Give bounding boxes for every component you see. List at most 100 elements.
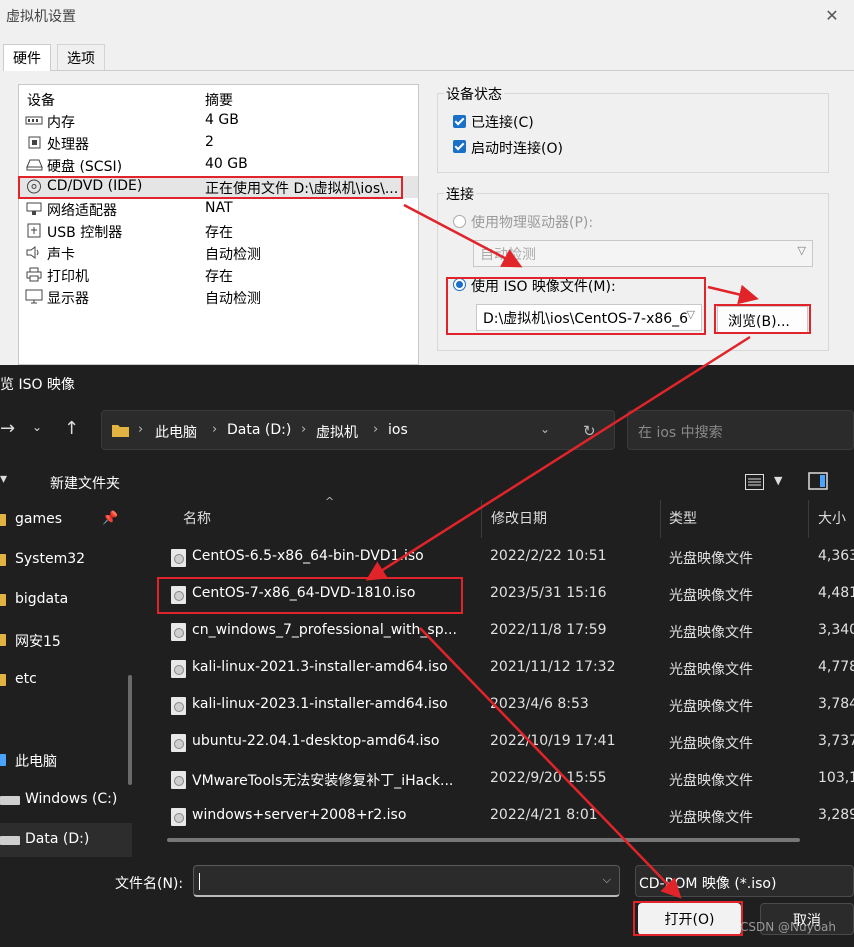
breadcrumb-data-d[interactable]: Data (D:) bbox=[227, 422, 291, 438]
new-folder-button[interactable]: 新建文件夹 bbox=[50, 473, 120, 493]
file-row[interactable]: CentOS-6.5-x86_64-bin-DVD1.iso 2022/2/22 … bbox=[145, 538, 854, 575]
folder-icon bbox=[0, 594, 6, 606]
file-row[interactable]: cn_windows_7_professional_with_sp... 2022… bbox=[145, 612, 854, 649]
sidebar-item-wangan15[interactable]: 网安15 bbox=[0, 623, 132, 657]
column-name[interactable]: 名称 bbox=[183, 508, 211, 528]
sidebar-scrollbar[interactable] bbox=[128, 675, 132, 785]
breadcrumb-vm[interactable]: 虚拟机 bbox=[316, 422, 358, 442]
chevron-down-icon[interactable]: ▼ bbox=[774, 474, 782, 487]
device-row-sound[interactable]: 声卡 自动检测 bbox=[19, 242, 418, 264]
sidebar-item-data-d[interactable]: Data (D:) bbox=[0, 823, 132, 857]
tab-options[interactable]: 选项 bbox=[57, 44, 105, 70]
device-summary: 存在 bbox=[205, 225, 233, 241]
physical-drive-radio[interactable] bbox=[453, 215, 466, 228]
refresh-icon[interactable]: ↻ bbox=[583, 422, 596, 440]
column-divider[interactable] bbox=[481, 500, 482, 538]
iso-file-icon bbox=[171, 697, 186, 715]
file-date: 2023/4/6 8:53 bbox=[490, 696, 589, 712]
chevron-right-icon: › bbox=[373, 422, 379, 437]
chevron-down-icon[interactable]: ⌵ bbox=[603, 873, 611, 887]
file-row[interactable]: VMwareTools无法安装修复补丁_iHack... 2022/9/20 15… bbox=[145, 760, 854, 797]
physical-drive-select[interactable]: 自动检测 ▽ bbox=[473, 240, 813, 267]
file-date: 2022/11/8 17:59 bbox=[490, 622, 607, 638]
device-row-display[interactable]: 显示器 自动检测 bbox=[19, 286, 418, 308]
breadcrumb-ios[interactable]: ios bbox=[388, 422, 408, 438]
sidebar-label: 网安15 bbox=[15, 634, 61, 650]
file-row[interactable]: ubuntu-22.04.1-desktop-amd64.iso 2022/10/… bbox=[145, 723, 854, 760]
breadcrumb-this-pc[interactable]: 此电脑 bbox=[155, 422, 197, 442]
search-input[interactable]: 在 ios 中搜索 bbox=[627, 410, 854, 450]
file-name: kali-linux-2021.3-installer-amd64.iso bbox=[192, 659, 448, 675]
folder-icon bbox=[0, 554, 6, 566]
sidebar-item-games[interactable]: games 📌 bbox=[0, 503, 132, 537]
close-icon[interactable]: ✕ bbox=[822, 6, 842, 25]
column-summary: 摘要 bbox=[205, 93, 233, 109]
forward-arrow-icon[interactable]: → bbox=[0, 418, 15, 439]
connect-on-start-checkbox[interactable] bbox=[453, 140, 466, 153]
device-row-harddisk[interactable]: 硬盘 (SCSI) 40 GB bbox=[19, 154, 418, 176]
column-date[interactable]: 修改日期 bbox=[491, 508, 547, 528]
sidebar-item-system32[interactable]: System32 bbox=[0, 543, 132, 577]
connected-label: 已连接(C) bbox=[471, 115, 534, 131]
sidebar-label: Windows (C:) bbox=[25, 791, 118, 807]
drive-icon bbox=[0, 836, 20, 845]
connect-on-start-label: 启动时连接(O) bbox=[471, 141, 563, 157]
sidebar-item-bigdata[interactable]: bigdata bbox=[0, 583, 132, 617]
view-list-icon[interactable] bbox=[745, 474, 764, 490]
highlight-open bbox=[633, 901, 743, 936]
chevron-right-icon: › bbox=[301, 422, 307, 437]
connected-checkbox[interactable] bbox=[453, 115, 466, 128]
device-row-cpu[interactable]: 处理器 2 bbox=[19, 132, 418, 154]
chevron-down-icon[interactable]: ⌄ bbox=[540, 422, 550, 436]
file-row[interactable]: kali-linux-2021.3-installer-amd64.iso 202… bbox=[145, 649, 854, 686]
device-row-network[interactable]: 网络适配器 NAT bbox=[19, 198, 418, 220]
device-row-memory[interactable]: 内存 4 GB bbox=[19, 110, 418, 132]
file-row[interactable]: windows+server+2008+r2.iso 2022/4/21 8:01… bbox=[145, 797, 854, 834]
more-icon[interactable]: ▾ bbox=[0, 471, 7, 487]
tab-hardware[interactable]: 硬件 bbox=[3, 44, 51, 71]
cpu-icon bbox=[28, 136, 41, 149]
iso-file-icon bbox=[171, 771, 186, 789]
device-summary: 存在 bbox=[205, 269, 233, 285]
speaker-icon bbox=[26, 246, 39, 259]
sidebar-item-windows-c[interactable]: Windows (C:) bbox=[0, 783, 132, 817]
column-device: 设备 bbox=[27, 93, 55, 109]
preview-pane-icon[interactable] bbox=[808, 472, 828, 490]
file-name: CentOS-6.5-x86_64-bin-DVD1.iso bbox=[192, 548, 424, 564]
iso-file-icon bbox=[171, 660, 186, 678]
device-name: 硬盘 (SCSI) bbox=[47, 159, 123, 175]
device-row-usb[interactable]: USB 控制器 存在 bbox=[19, 220, 418, 242]
chevron-down-icon[interactable]: ⌄ bbox=[32, 420, 42, 434]
toolbar: ▾ 新建文件夹 ▼ bbox=[0, 465, 854, 499]
device-summary: 4 GB bbox=[205, 112, 239, 128]
sidebar-label: games bbox=[15, 511, 63, 527]
file-name: cn_windows_7_professional_with_sp... bbox=[192, 622, 457, 638]
file-type: 光盘映像文件 bbox=[669, 588, 753, 604]
horizontal-scrollbar[interactable] bbox=[167, 838, 800, 842]
device-status-group bbox=[437, 93, 829, 173]
device-row-printer[interactable]: 打印机 存在 bbox=[19, 264, 418, 286]
vm-settings-dialog: 虚拟机设置 ✕ 硬件 选项 设备 摘要 内存 4 GB 处理器 2 硬盘 (SC… bbox=[0, 0, 854, 365]
sidebar-item-etc[interactable]: etc bbox=[0, 663, 132, 697]
connection-label: 连接 bbox=[444, 184, 476, 204]
column-size[interactable]: 大小 bbox=[818, 508, 846, 528]
filename-input[interactable]: ⌵ bbox=[193, 865, 620, 897]
file-type: 光盘映像文件 bbox=[669, 773, 753, 789]
column-type[interactable]: 类型 bbox=[669, 508, 697, 528]
physical-drive-label: 使用物理驱动器(P): bbox=[471, 215, 594, 231]
address-bar[interactable]: › 此电脑 › Data (D:) › 虚拟机 › ios ⌄ ↻ bbox=[101, 410, 615, 450]
device-summary: 自动检测 bbox=[205, 247, 261, 263]
file-row[interactable]: kali-linux-2023.1-installer-amd64.iso 202… bbox=[145, 686, 854, 723]
up-arrow-icon[interactable]: ↑ bbox=[64, 418, 79, 439]
sidebar-label: etc bbox=[15, 671, 37, 687]
pin-icon: 📌 bbox=[102, 511, 119, 526]
network-icon bbox=[26, 202, 42, 215]
sidebar-item-this-pc[interactable]: 此电脑 bbox=[0, 743, 132, 777]
highlight-browse bbox=[714, 304, 811, 334]
device-name: 打印机 bbox=[47, 269, 89, 285]
file-type-filter[interactable]: CD-ROM 映像 (*.iso) bbox=[635, 865, 854, 897]
column-divider[interactable] bbox=[660, 500, 661, 538]
device-name: 网络适配器 bbox=[47, 203, 117, 219]
column-divider[interactable] bbox=[808, 500, 809, 538]
file-list: 名称 ^ 修改日期 类型 大小 CentOS-6.5-x86_64-bin-DV… bbox=[145, 495, 854, 846]
